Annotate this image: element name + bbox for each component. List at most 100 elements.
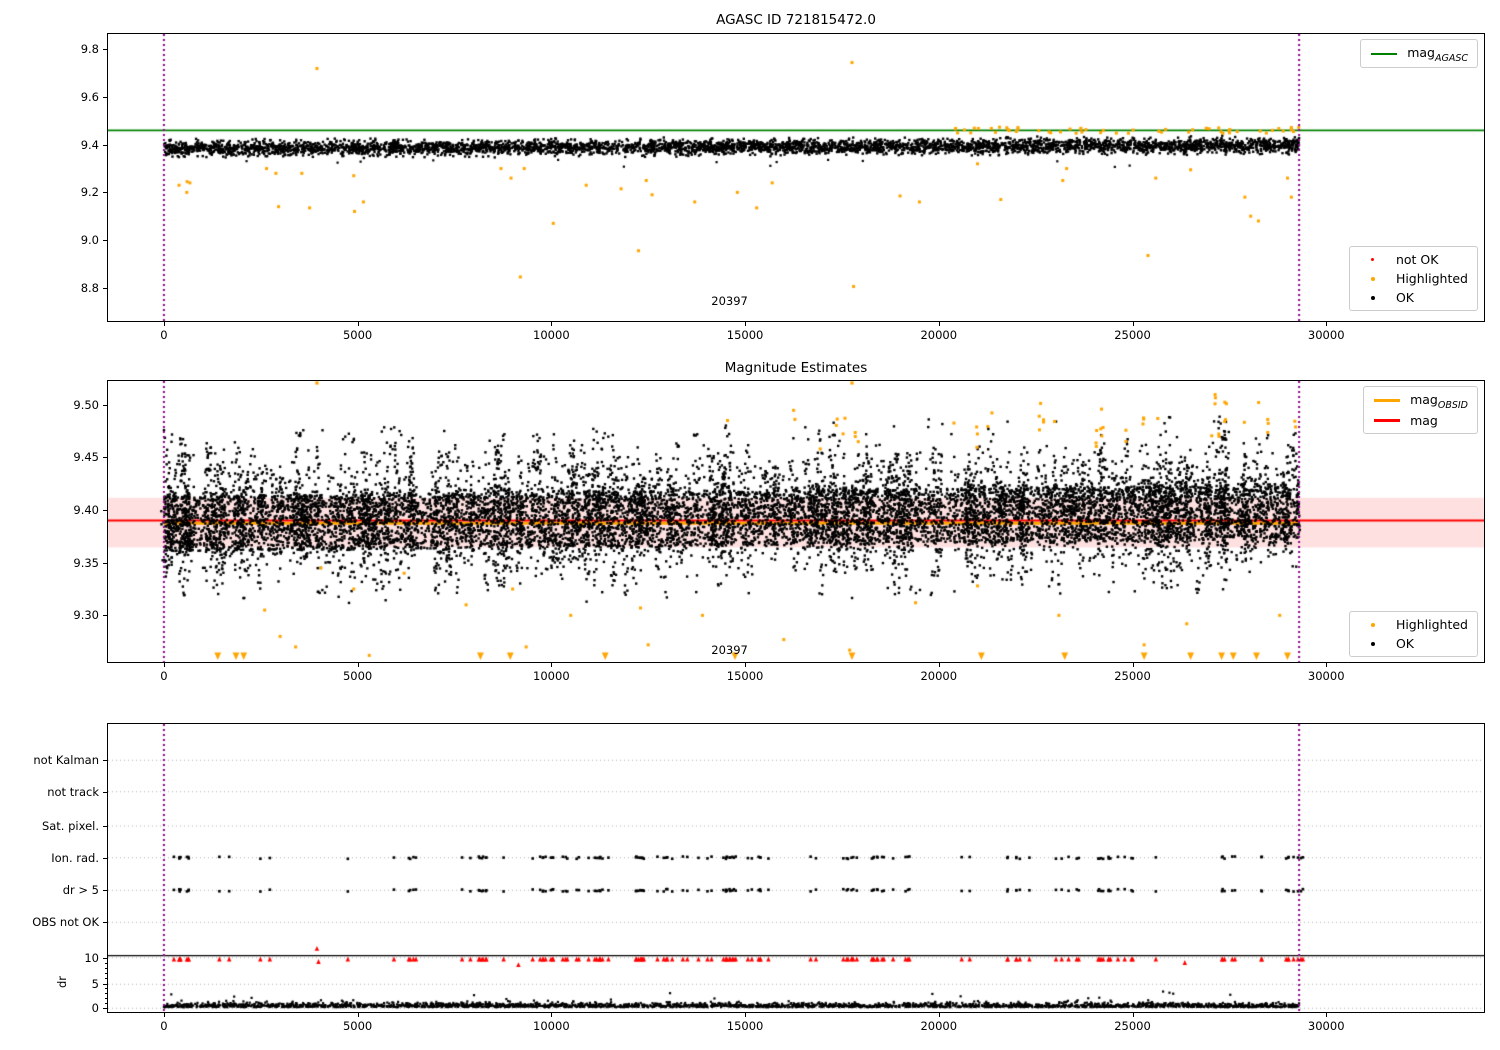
tick-mark (103, 922, 107, 924)
tick-mark (104, 972, 107, 974)
tick-mark (103, 791, 107, 793)
tick-mark (103, 49, 107, 51)
tick-mark (103, 826, 107, 827)
panel-2-line-legend: magOBSID mag (1363, 386, 1478, 434)
x-tick-label: 0 (160, 1019, 168, 1033)
x-tick-label: 25000 (1114, 1019, 1151, 1033)
flag-row-label: dr > 5 (62, 883, 99, 898)
x-tick-label: 0 (160, 669, 168, 683)
tick-mark (745, 663, 747, 667)
tick-mark (103, 192, 107, 194)
tick-mark (1326, 663, 1328, 667)
legend-label: magAGASC (1407, 45, 1468, 64)
panel-2-axes (107, 380, 1485, 663)
flag-row-label: not Kalman (33, 753, 99, 768)
y-tick-label: 9.8 (80, 42, 99, 57)
tick-mark (103, 1008, 107, 1010)
y-tick-label: 9.50 (73, 397, 99, 412)
tick-mark (938, 1013, 940, 1017)
legend-marker-swatch (1371, 52, 1398, 55)
dr-axis-label: dr (55, 975, 70, 989)
legend-line-marker (1368, 52, 1400, 55)
legend-marker-swatch (1370, 622, 1375, 627)
tick-mark (103, 857, 107, 859)
tick-mark (104, 977, 107, 979)
y-tick-label: 9.30 (73, 608, 99, 623)
tick-mark (163, 663, 165, 667)
tick-mark (103, 97, 107, 99)
panel-3-axes (107, 723, 1485, 1013)
legend-dot-marker (1357, 276, 1389, 281)
legend-item: OK (1357, 290, 1468, 305)
dr-tick-label: 10 (84, 950, 99, 965)
legend-label: OK (1395, 290, 1414, 305)
legend-label: not OK (1395, 252, 1439, 267)
x-tick-label: 30000 (1307, 1019, 1345, 1033)
y-tick-label: 9.0 (80, 233, 99, 248)
tick-mark (938, 663, 940, 667)
tick-mark (104, 1003, 107, 1005)
legend-label: Highlighted (1395, 617, 1468, 632)
legend-label-subscript: AGASC (1434, 52, 1468, 64)
legend-line-marker (1371, 419, 1403, 422)
panel-1-point-legend: not OK Highlighted OK (1348, 246, 1478, 311)
legend-label-subscript: OBSID (1437, 399, 1468, 411)
x-tick-label: 20000 (920, 328, 958, 342)
flag-row-label: Sat. pixel. (41, 819, 99, 833)
legend-marker-swatch (1371, 258, 1375, 261)
x-tick-label: 25000 (1114, 669, 1151, 683)
y-tick-label: 9.4 (80, 137, 99, 152)
legend-item: magAGASC (1368, 45, 1468, 64)
x-tick-label: 20000 (920, 1019, 958, 1033)
y-tick-label: 9.35 (73, 555, 99, 570)
tick-mark (103, 890, 107, 892)
legend-label: Highlighted (1395, 271, 1468, 286)
tick-mark (551, 663, 553, 667)
y-tick-label: 8.8 (80, 280, 99, 295)
flag-row-label: not track (47, 784, 99, 799)
legend-item: Highlighted (1357, 271, 1468, 286)
panel-1-title: AGASC ID 721815472.0 (716, 12, 876, 28)
x-tick-label: 30000 (1307, 669, 1345, 683)
tick-mark (551, 1013, 553, 1017)
legend-marker-swatch (1374, 419, 1401, 422)
x-tick-label: 10000 (533, 669, 570, 683)
tick-mark (103, 562, 107, 564)
x-tick-label: 0 (160, 328, 168, 342)
tick-mark (551, 322, 553, 326)
panel-1-axes (107, 33, 1485, 322)
tick-mark (103, 240, 107, 242)
panel-2-title: Magnitude Estimates (724, 360, 868, 376)
x-tick-label: 20000 (920, 669, 958, 683)
legend-marker-swatch (1370, 276, 1375, 281)
legend-label: magOBSID (1410, 392, 1468, 411)
x-tick-label: 5000 (342, 669, 373, 683)
panel-1-scatter-canvas (108, 34, 1484, 321)
x-tick-label: 30000 (1307, 328, 1345, 342)
y-tick-label: 9.6 (80, 90, 99, 105)
tick-mark (1132, 1013, 1134, 1017)
y-tick-label: 9.45 (73, 450, 99, 465)
tick-mark (103, 984, 107, 986)
x-tick-label: 25000 (1114, 328, 1151, 342)
tick-mark (104, 998, 107, 1000)
tick-mark (357, 663, 359, 667)
legend-line-marker (1371, 398, 1403, 403)
tick-mark (104, 962, 107, 964)
tick-mark (357, 322, 359, 326)
dr-tick-label: 0 (91, 1001, 99, 1016)
tick-mark (104, 993, 107, 995)
y-tick-label: 9.2 (80, 185, 99, 200)
legend-item: mag (1371, 413, 1468, 428)
x-tick-label: 5000 (342, 328, 373, 342)
tick-mark (103, 144, 107, 146)
tick-mark (163, 322, 165, 326)
tick-mark (938, 322, 940, 326)
panel-2-point-legend: Highlighted OK (1348, 611, 1478, 657)
x-tick-label: 15000 (726, 669, 764, 683)
flag-row-label: OBS not OK (32, 915, 99, 930)
tick-mark (103, 615, 107, 617)
panel-2-obsid-annotation: 20397 (711, 643, 748, 657)
tick-mark (103, 760, 107, 762)
legend-dot-marker (1357, 258, 1389, 261)
